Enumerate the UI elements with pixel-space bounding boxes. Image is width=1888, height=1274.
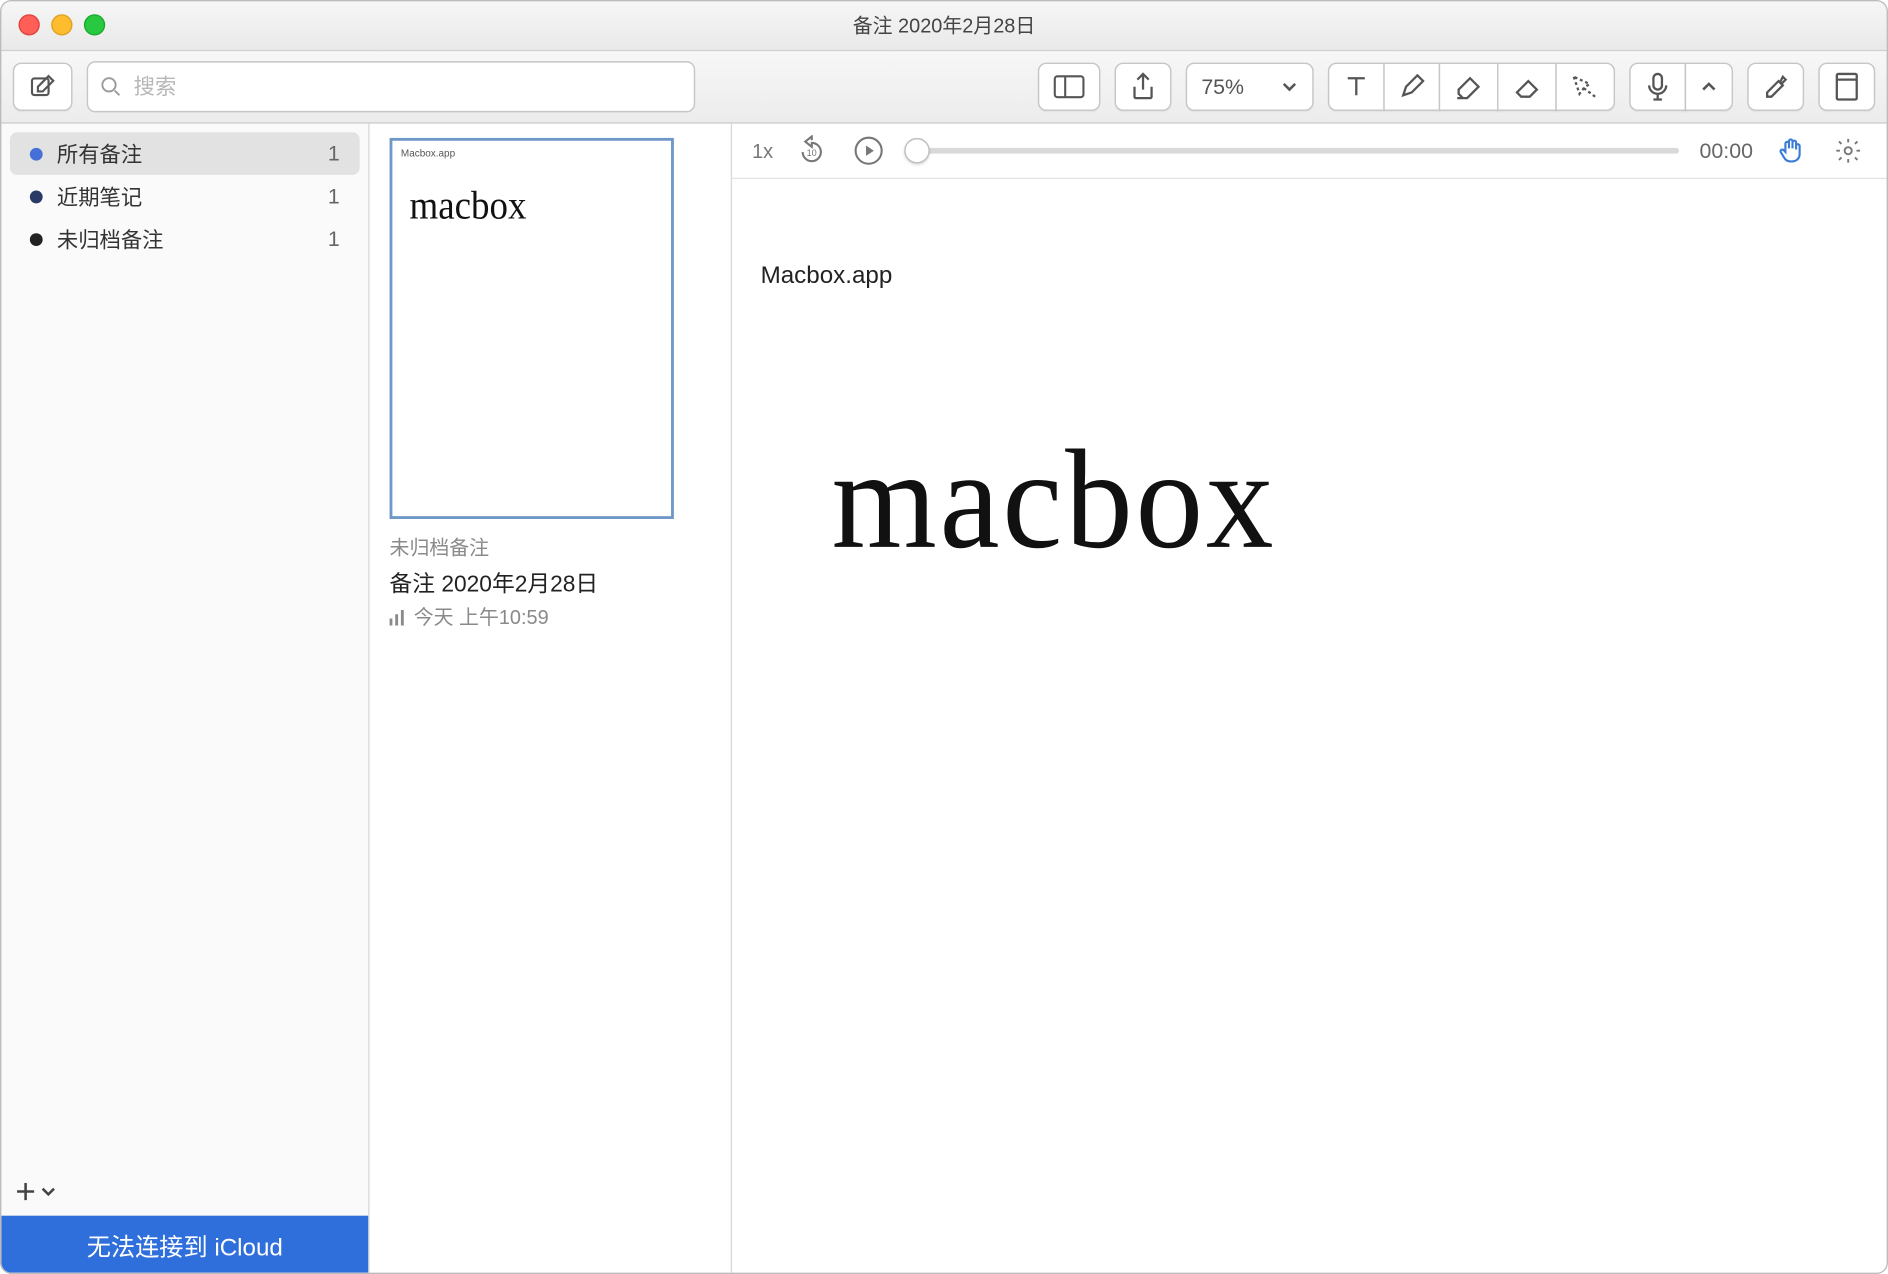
- close-window-button[interactable]: [18, 14, 39, 35]
- svg-text:10: 10: [806, 148, 816, 158]
- compose-icon: [28, 73, 56, 101]
- share-icon: [1130, 73, 1156, 101]
- eraser-icon: [1513, 74, 1541, 100]
- sidebar-item-recent-notes[interactable]: 近期笔记 1: [10, 175, 360, 218]
- microphone-icon: [1646, 73, 1669, 101]
- thumb-title: Macbox.app: [401, 149, 663, 159]
- rewind-10-icon: 10: [796, 135, 827, 166]
- record-more-button[interactable]: [1685, 63, 1733, 111]
- window-controls: [18, 14, 105, 35]
- playback-settings-button[interactable]: [1830, 132, 1867, 169]
- playback-speed[interactable]: 1x: [752, 139, 773, 162]
- dot-icon: [30, 232, 43, 245]
- playback-slider[interactable]: [907, 148, 1680, 154]
- toggle-sidebar-button[interactable]: [1038, 63, 1101, 111]
- add-folder-button[interactable]: [16, 1180, 56, 1203]
- chevron-up-icon: [1700, 78, 1717, 95]
- pen-tool-button[interactable]: [1383, 63, 1440, 111]
- note-thumbnail[interactable]: Macbox.app macbox: [390, 138, 674, 519]
- note-category-label: 未归档备注: [390, 533, 711, 561]
- page-icon: [1835, 73, 1858, 101]
- gear-icon: [1834, 137, 1862, 165]
- hand-icon: [1777, 137, 1805, 165]
- note-time-text: 今天 上午10:59: [414, 603, 549, 631]
- new-note-button[interactable]: [13, 63, 73, 111]
- icloud-error-banner[interactable]: 无法连接到 iCloud: [1, 1216, 368, 1273]
- zoom-dropdown[interactable]: 75%: [1186, 63, 1314, 111]
- play-icon: [853, 135, 884, 166]
- canvas-title-text: Macbox.app: [761, 262, 893, 290]
- window-title: 备注 2020年2月28日: [853, 11, 1036, 39]
- app-window: 备注 2020年2月28日 75%: [0, 0, 1888, 1274]
- tool-group-record: [1629, 63, 1733, 111]
- sidebar-item-count: 1: [328, 227, 340, 251]
- body: 所有备注 1 近期笔记 1 未归档备注 1: [1, 124, 1886, 1273]
- sidebar-item-label: 近期笔记: [57, 181, 142, 211]
- lasso-icon: [1571, 74, 1599, 100]
- note-title: 备注 2020年2月28日: [390, 564, 711, 598]
- sidebar-list: 所有备注 1 近期笔记 1 未归档备注 1: [1, 124, 368, 1168]
- rewind-10-button[interactable]: 10: [793, 132, 830, 169]
- sidebar-item-count: 1: [328, 141, 340, 165]
- zoom-value: 75%: [1201, 75, 1244, 99]
- search-icon: [100, 75, 123, 98]
- pen-icon: [1399, 74, 1425, 100]
- eraser-tool-button[interactable]: [1497, 63, 1557, 111]
- slider-knob[interactable]: [904, 138, 930, 164]
- thumb-handwriting: macbox: [409, 183, 662, 230]
- dot-icon: [30, 147, 43, 160]
- highlighter-tool-button[interactable]: [1439, 63, 1499, 111]
- page-layout-button[interactable]: [1818, 63, 1875, 111]
- eyedropper-icon: [1763, 74, 1789, 100]
- sidebar-item-all-notes[interactable]: 所有备注 1: [10, 132, 360, 175]
- share-button[interactable]: [1115, 63, 1172, 111]
- banner-text: 无法连接到 iCloud: [87, 1226, 283, 1262]
- zoom-window-button[interactable]: [84, 14, 105, 35]
- highlighter-icon: [1454, 74, 1482, 100]
- plus-chevron-icon: [16, 1180, 56, 1203]
- sidebar-icon: [1053, 74, 1084, 100]
- sidebar-item-count: 1: [328, 184, 340, 208]
- hand-tool-button[interactable]: [1773, 132, 1810, 169]
- handwriting-text: macbox: [832, 417, 1277, 581]
- text-tool-button[interactable]: [1328, 63, 1385, 111]
- sidebar: 所有备注 1 近期笔记 1 未归档备注 1: [1, 124, 369, 1273]
- sidebar-item-label: 所有备注: [57, 139, 142, 169]
- titlebar: 备注 2020年2月28日: [1, 1, 1886, 51]
- microphone-button[interactable]: [1629, 63, 1686, 111]
- sidebar-item-label: 未归档备注: [57, 224, 164, 254]
- toolbar: 75%: [1, 51, 1886, 124]
- bars-icon: [390, 609, 407, 626]
- eyedropper-button[interactable]: [1747, 63, 1804, 111]
- chevron-down-icon: [1281, 78, 1298, 95]
- playback-bar: 1x 10 00:00: [732, 124, 1886, 179]
- note-timestamp: 今天 上午10:59: [390, 603, 711, 631]
- note-list: Macbox.app macbox 未归档备注 备注 2020年2月28日 今天…: [370, 124, 733, 1273]
- playback-time: 00:00: [1700, 139, 1753, 163]
- play-button[interactable]: [850, 132, 887, 169]
- text-icon: [1343, 74, 1369, 100]
- search-field[interactable]: [87, 61, 695, 112]
- dot-icon: [30, 190, 43, 203]
- lasso-tool-button[interactable]: [1555, 63, 1615, 111]
- search-input[interactable]: [131, 73, 683, 100]
- minimize-window-button[interactable]: [51, 14, 72, 35]
- note-canvas[interactable]: Macbox.app macbox: [732, 179, 1886, 1272]
- main-pane: 1x 10 00:00 Macbox.app: [732, 124, 1886, 1273]
- sidebar-bottom-bar: [1, 1167, 368, 1215]
- sidebar-item-unfiled-notes[interactable]: 未归档备注 1: [10, 218, 360, 261]
- tool-group-annotate: [1328, 63, 1615, 111]
